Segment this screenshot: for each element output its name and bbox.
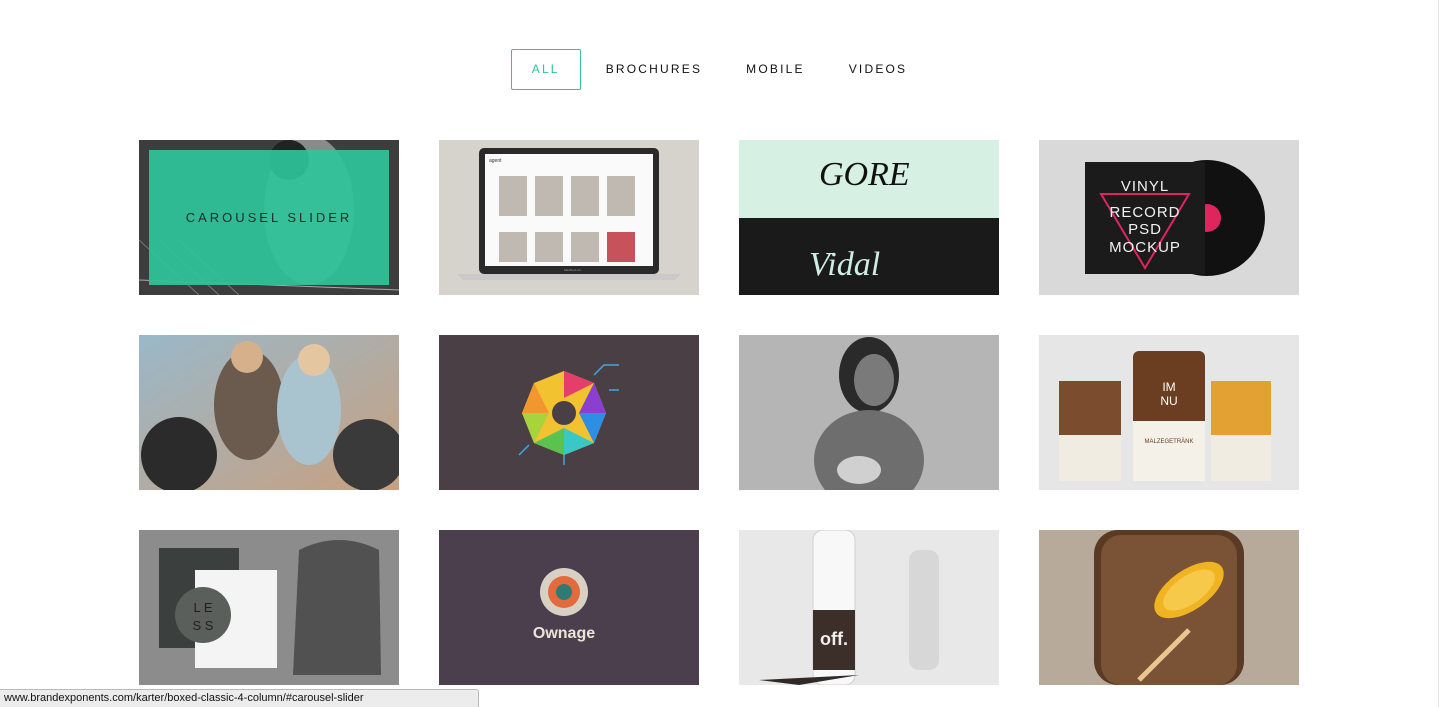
portfolio-item-off-bottle[interactable]: off.: [739, 530, 999, 685]
bottle-brand: off.: [820, 629, 848, 649]
portfolio-thumbnail: L E S S: [139, 530, 399, 685]
portfolio-thumbnail: [1039, 530, 1299, 685]
laptop-caption: MacBook Air: [564, 268, 581, 272]
portfolio-thumbnail: agent MacBook Air: [439, 140, 699, 295]
portfolio-item-less-apparel[interactable]: L E S S: [139, 530, 399, 685]
lettering-bottom-word: Vidal: [809, 246, 880, 283]
filter-all[interactable]: ALL: [510, 49, 581, 90]
portfolio-item-ownage-logo[interactable]: Ownage: [439, 530, 699, 685]
portfolio-item-motorcycle-couple[interactable]: [139, 335, 399, 490]
packaging-brand-bottom: NU: [1160, 394, 1177, 408]
portfolio-thumbnail: IM NU MALZEGETRÄNK: [1039, 335, 1299, 490]
portfolio-thumbnail: off.: [739, 530, 999, 685]
portfolio-filter-bar: ALL BROCHURES MOBILE VIDEOS: [0, 49, 1439, 90]
vinyl-line-4: MOCKUP: [1109, 239, 1181, 256]
portfolio-thumbnail: [739, 335, 999, 490]
vinyl-line-2: RECORD: [1109, 204, 1180, 221]
filter-brochures[interactable]: BROCHURES: [585, 49, 723, 90]
lettering-top-word: GORE: [819, 156, 910, 193]
portfolio-page: ALL BROCHURES MOBILE VIDEOS CAROUSEL SLI…: [0, 0, 1439, 707]
portfolio-thumbnail: [139, 335, 399, 490]
portfolio-item-carousel-slider[interactable]: CAROUSEL SLIDER: [139, 140, 399, 295]
ownage-brand: Ownage: [533, 625, 595, 642]
vinyl-line-3: PSD: [1128, 221, 1162, 238]
portfolio-item-vinyl-mockup[interactable]: VINYL RECORD PSD MOCKUP: [1039, 140, 1299, 295]
portfolio-item-color-logo[interactable]: [439, 335, 699, 490]
filter-mobile[interactable]: MOBILE: [725, 49, 826, 90]
packaging-brand-top: IM: [1162, 380, 1175, 394]
vinyl-line-1: VINYL: [1121, 178, 1169, 195]
packaging-product-label: MALZEGETRÄNK: [1144, 438, 1193, 445]
portfolio-item-laptop-mockup[interactable]: agent MacBook Air: [439, 140, 699, 295]
portfolio-item-bw-portrait[interactable]: [739, 335, 999, 490]
carousel-slider-label: CAROUSEL SLIDER: [185, 210, 353, 225]
filter-videos[interactable]: VIDEOS: [828, 49, 929, 90]
portfolio-thumbnail: [439, 335, 699, 490]
portfolio-thumbnail: Ownage: [439, 530, 699, 685]
browser-status-bar: www.brandexponents.com/karter/boxed-clas…: [0, 689, 479, 707]
less-word-top: L E: [193, 600, 212, 615]
portfolio-thumbnail: GORE Vidal: [739, 140, 999, 295]
portfolio-item-honey-app-icon[interactable]: [1039, 530, 1299, 685]
carousel-slider-overlay: CAROUSEL SLIDER: [149, 150, 389, 285]
laptop-site-brand: agent: [489, 158, 502, 164]
portfolio-thumbnail: VINYL RECORD PSD MOCKUP: [1039, 140, 1299, 295]
portfolio-item-gore-vidal-lettering[interactable]: GORE Vidal: [739, 140, 999, 295]
less-word-bottom: S S: [193, 618, 214, 633]
portfolio-item-imnu-packaging[interactable]: IM NU MALZEGETRÄNK: [1039, 335, 1299, 490]
